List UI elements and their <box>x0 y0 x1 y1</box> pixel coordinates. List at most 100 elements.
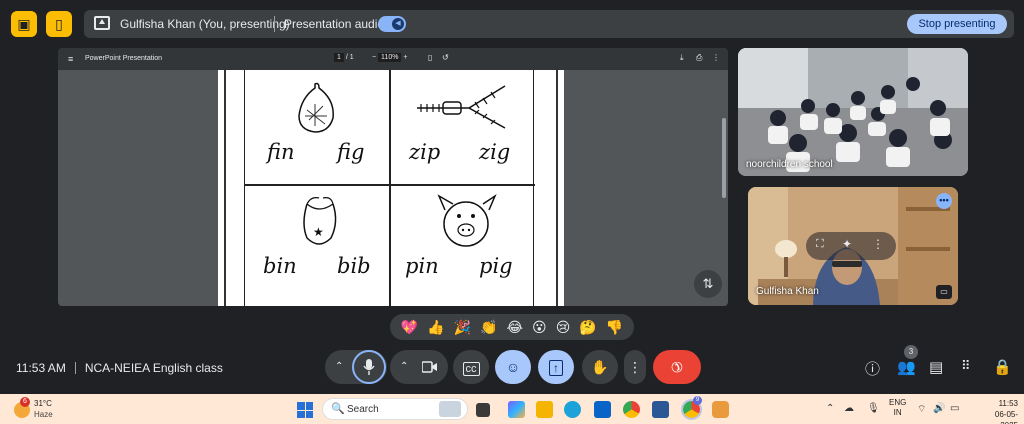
top-bar: ▣ ▯ Gulfisha Khan (You, presenting) Pres… <box>0 0 1024 46</box>
page-total: / 1 <box>345 54 354 61</box>
chevron-up-icon[interactable]: ⌃ <box>335 350 343 384</box>
weather-condition[interactable]: Haze <box>34 410 53 419</box>
svg-text:★: ★ <box>313 225 324 239</box>
zoom-level[interactable]: 110% <box>378 53 402 62</box>
raise-hand-button[interactable]: ✋ <box>582 350 618 384</box>
store-icon[interactable] <box>652 401 669 418</box>
pdf-scrollbar[interactable] <box>722 118 726 198</box>
camera-button[interactable]: ⌃ <box>390 350 448 384</box>
pin-icon[interactable]: ▭ <box>936 285 952 299</box>
reaction-surprised[interactable]: 😮 <box>532 314 547 340</box>
windows-start-icon[interactable] <box>297 402 313 418</box>
task-view-icon[interactable] <box>476 403 490 417</box>
reactions-button[interactable]: ☺ <box>495 350 531 384</box>
fit-page-icon[interactable]: ▯ <box>428 53 432 62</box>
rotate-icon[interactable]: ↺ <box>442 53 449 62</box>
zoom-out-icon[interactable]: − <box>372 54 376 61</box>
zoom-in-icon[interactable]: + <box>403 54 407 61</box>
lang-region: IN <box>893 408 902 417</box>
pdf-viewport: fin fig zip zig ★ bin bib pin pig <box>58 70 728 306</box>
reaction-sad[interactable]: 😢 <box>556 314 571 340</box>
fig-picture <box>298 82 334 133</box>
divider <box>74 362 76 374</box>
chevron-up-icon[interactable]: ⌃ <box>400 350 408 384</box>
reaction-party[interactable]: 🎉 <box>454 314 471 340</box>
host-controls-icon[interactable]: 🔒 <box>993 358 1012 376</box>
print-icon[interactable]: ⎙ <box>696 53 702 63</box>
volume-icon[interactable]: 🔊 <box>933 403 945 414</box>
weather-temperature[interactable]: 31°C <box>34 399 52 408</box>
bib-picture: ★ <box>303 197 337 245</box>
zip-picture <box>417 85 506 129</box>
outlook-icon[interactable] <box>594 401 611 418</box>
divider <box>274 16 275 32</box>
word-fin: fin <box>267 140 295 164</box>
presenting-bar: Gulfisha Khan (You, presenting) Presenta… <box>84 10 1014 38</box>
pdf-toolbar: ≡ PowerPoint Presentation 1 / 1 − 110% +… <box>58 48 728 70</box>
stop-presenting-button[interactable]: Stop presenting <box>907 14 1007 34</box>
app-icon[interactable] <box>712 401 729 418</box>
meeting-details-icon[interactable]: ⓘ <box>865 358 880 379</box>
wifi-icon[interactable]: ⌔ <box>917 403 926 416</box>
grid-line <box>245 184 535 186</box>
chevron-up-icon[interactable]: ⌃ <box>826 403 834 414</box>
page-border <box>556 70 558 306</box>
file-explorer-icon[interactable] <box>536 401 553 418</box>
more-vert-icon[interactable]: ⋮ <box>872 237 884 251</box>
page-current[interactable]: 1 <box>334 53 344 62</box>
language-indicator[interactable]: ENG IN <box>889 398 906 418</box>
present-icon: ↑ <box>549 360 563 376</box>
tile-more-options-icon[interactable]: ••• <box>936 193 952 209</box>
reaction-thinking[interactable]: 🤔 <box>579 314 596 340</box>
word-zig: zig <box>479 140 511 164</box>
reaction-clap[interactable]: 👏 <box>480 314 497 340</box>
door-icon[interactable]: ▯ <box>46 11 72 37</box>
captions-button[interactable]: cc <box>453 350 489 384</box>
people-icon[interactable]: 👥 <box>897 358 916 376</box>
edge-icon[interactable] <box>564 401 581 418</box>
presentation-audio-label: Presentation audio <box>284 17 385 31</box>
visual-effects-icon[interactable]: ✦ <box>842 237 852 251</box>
meeting-time: 11:53 AM <box>16 361 66 375</box>
tile-hover-controls: ⛶ ✦ ⋮ <box>806 232 896 260</box>
battery-icon[interactable]: ▭ <box>950 403 959 414</box>
weather-badge: 6 <box>20 397 30 407</box>
reaction-thumbs-down[interactable]: 👎 <box>606 314 623 340</box>
more-icon[interactable]: ⋮ <box>712 53 720 62</box>
participant-name: noorchildren school <box>746 159 833 170</box>
emoji-icon: ☺ <box>505 359 521 375</box>
reaction-laugh[interactable]: 😂 <box>507 314 523 340</box>
search-placeholder: Search <box>347 404 379 415</box>
taskbar-search[interactable]: 🔍 Search <box>322 398 468 420</box>
system-clock[interactable]: 11:53 06-05-2025 <box>978 398 1018 424</box>
grid-line <box>389 70 391 306</box>
hide-self-view-icon[interactable]: ▣ <box>11 11 37 37</box>
present-now-button[interactable]: ↑ <box>538 350 574 384</box>
download-icon[interactable]: ⤓ <box>680 53 684 63</box>
swap-layout-button[interactable]: ⇅ <box>694 270 722 298</box>
menu-icon[interactable]: ≡ <box>68 54 73 64</box>
chat-icon[interactable]: ▤ <box>929 358 943 376</box>
more-vert-icon: ⋮ <box>628 359 642 375</box>
reaction-thumbs-up[interactable]: 👍 <box>427 314 444 340</box>
windows-taskbar: 6 31°C Haze 🔍 Search 9 ⌃ ☁ 🎙 ENG IN ⌔ 🔊 … <box>0 394 1024 424</box>
frame-icon[interactable]: ⛶ <box>816 238 824 251</box>
microphone-tray-icon[interactable]: 🎙 <box>867 403 880 414</box>
chrome-icon[interactable] <box>623 401 640 418</box>
meeting-info: 11:53 AM NCA-NEIEA English class <box>16 361 223 375</box>
page-border <box>224 70 226 306</box>
more-options-button[interactable]: ⋮ <box>624 350 646 384</box>
word-bin: bin <box>263 254 297 278</box>
participant-tile-self[interactable]: ••• ⛶ ✦ ⋮ Gulfisha Khan ▭ <box>748 187 958 305</box>
presentation-audio-toggle[interactable]: ◀ <box>378 16 406 32</box>
cloud-icon[interactable]: ☁ <box>844 403 854 414</box>
reaction-heart[interactable]: 💖 <box>401 314 418 340</box>
copilot-icon[interactable] <box>508 401 525 418</box>
word-pig: pig <box>479 254 513 278</box>
microphone-button[interactable] <box>352 350 386 384</box>
people-count-badge: 3 <box>904 345 918 359</box>
clock-date: 06-05-2025 <box>994 410 1018 424</box>
activities-icon[interactable]: ⠿ <box>961 358 970 374</box>
leave-call-button[interactable]: ✆ <box>653 350 701 384</box>
participant-tile-classroom[interactable]: noorchildren school <box>738 48 968 176</box>
